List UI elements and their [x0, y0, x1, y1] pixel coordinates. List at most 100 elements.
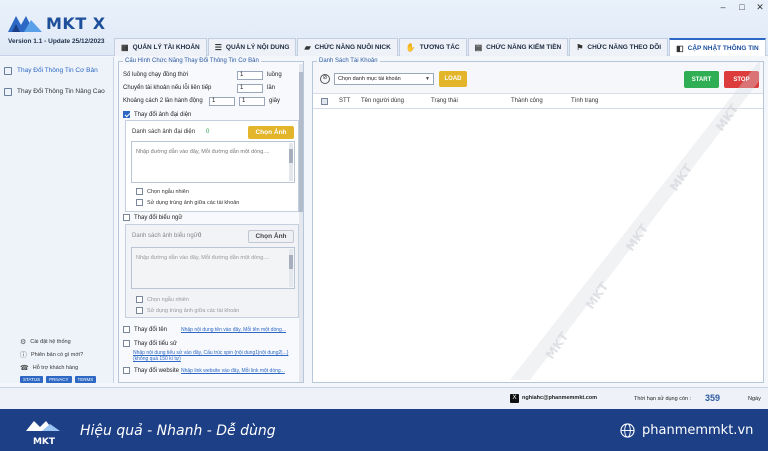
col-state[interactable]: Tình trạng — [571, 98, 598, 104]
account-list-title: Danh Sách Tài Khoản — [317, 58, 380, 64]
status-link[interactable]: STATUS — [20, 376, 44, 383]
threads-input[interactable]: 1 — [237, 71, 263, 80]
flag-icon: ⚑ — [576, 43, 584, 52]
mkt-logo-icon — [8, 16, 42, 32]
col-username[interactable]: Tên người dùng — [361, 98, 404, 104]
cover-count: 0 — [198, 233, 202, 239]
bio-length-hint: (không quá 150 kí tự) — [133, 356, 181, 362]
minimize-button[interactable]: – — [716, 2, 730, 12]
delay-from-input[interactable]: 1 — [209, 97, 235, 106]
main-tabs: ▦ QUẢN LÝ TÀI KHOẢN ☰ QUẢN LÝ NỘI DUNG ▰ CH… — [114, 38, 767, 56]
name-toggle[interactable]: Thay đổi tên — [123, 326, 167, 333]
tab-nurture-nick[interactable]: ▰ CHỨC NĂNG NUÔI NICK — [297, 38, 398, 56]
delay-to-input[interactable]: 1 — [239, 97, 265, 106]
website-input-link[interactable]: Nhập link website vào đây, Mỗi link một … — [181, 368, 285, 374]
cover-list-label: Danh sách ảnh biểu ngữ — [132, 233, 198, 239]
avatar-random-option[interactable]: Chọn ngẫu nhiên — [136, 188, 189, 195]
block-icon[interactable]: ⊘ — [320, 74, 330, 84]
col-stt[interactable]: STT — [339, 98, 350, 104]
choose-cover-button[interactable]: Chọn Ảnh — [248, 230, 294, 243]
sidebar-footer: ⚙ Cài đặt hệ thống ⓘ Phiên bản có gì mới? … — [20, 335, 97, 383]
chevron-down-icon: ▼ — [425, 76, 430, 82]
tab-update-info[interactable]: ◧ CẬP NHẬT THÔNG TIN — [669, 38, 766, 56]
cover-box: Danh sách ảnh biểu ngữ 0 Chọn Ảnh Nhập đ… — [125, 224, 299, 318]
close-button[interactable]: ✕ — [753, 2, 767, 13]
support-icon: ☎ — [20, 364, 29, 372]
stop-button[interactable]: STOP — [724, 71, 759, 88]
system-settings-link[interactable]: ⚙ Cài đặt hệ thống — [20, 335, 96, 348]
cover-checkbox[interactable] — [123, 214, 130, 221]
cover-duplicate-option[interactable]: Sử dụng trùng ảnh giữa các tài khoản — [136, 307, 239, 314]
avatar-list-label: Danh sách ảnh đại diện — [132, 129, 196, 135]
name-checkbox[interactable] — [123, 326, 130, 333]
account-list-panel: ⊘ Chọn danh mục tài khoản ▼ LOAD START S… — [312, 58, 764, 383]
config-panel: Cấu Hình Chức Năng Thay Đổi Thông Tin Cơ… — [118, 58, 304, 383]
threads-unit: luồng — [267, 72, 282, 78]
hand-icon: ✋ — [405, 43, 416, 52]
x-logo-icon: X — [510, 394, 519, 403]
account-icon: ◧ — [676, 43, 684, 53]
avatar-toggle[interactable]: Thay đổi ảnh đại diện — [123, 111, 191, 118]
load-button[interactable]: LOAD — [439, 71, 467, 87]
mkt-footer-logo: MKT — [26, 421, 60, 447]
app-logo: MKT X — [6, 6, 116, 36]
tab-tracking[interactable]: ⚑ CHỨC NĂNG THEO DÕI — [569, 38, 669, 56]
cover-random-option[interactable]: Chọn ngẫu nhiên — [136, 296, 189, 303]
delay-label: Khoảng cách 2 lần hành động — [123, 98, 203, 104]
threads-label: Số luồng chạy đồng thời — [123, 72, 188, 78]
footer-banner: MKT Hiệu quả - Nhanh - Dễ dùng phanmemmk… — [0, 409, 768, 451]
retry-input[interactable]: 1 — [237, 84, 263, 93]
days-unit: Ngày — [748, 396, 761, 402]
cover-duplicate-checkbox[interactable] — [136, 307, 143, 314]
privacy-link[interactable]: PRIVACY — [46, 376, 72, 383]
textarea-scrollbar[interactable] — [289, 143, 293, 181]
col-success[interactable]: Thành công — [511, 98, 543, 104]
col-status[interactable]: Trạng thái — [431, 98, 458, 104]
website-toggle[interactable]: Thay đổi website — [123, 367, 179, 374]
account-table-header: STT Tên người dùng Trạng thái Thành công… — [313, 95, 763, 109]
tab-monetization[interactable]: ▤ CHỨC NĂNG KIỂM TIỀN — [467, 38, 569, 56]
maximize-button[interactable]: □ — [735, 2, 749, 12]
start-button[interactable]: START — [684, 71, 719, 88]
sidebar-item-icon — [4, 87, 12, 96]
app-name: MKT X — [46, 14, 106, 33]
footer-website[interactable]: phanmemmkt.vn — [642, 423, 753, 438]
expiry-label: Thời hạn sử dụng còn : — [634, 396, 692, 402]
money-icon: ▤ — [474, 43, 483, 52]
name-input-link[interactable]: Nhập nội dung tên vào đây, Mỗi tên một d… — [181, 327, 286, 333]
gear-icon: ⚙ — [20, 338, 27, 346]
info-icon: ⓘ — [20, 351, 27, 359]
choose-avatar-button[interactable]: Chọn Ảnh — [248, 126, 294, 139]
footer-slogan: Hiệu quả - Nhanh - Dễ dùng — [80, 423, 276, 439]
tab-account-management[interactable]: ▦ QUẢN LÝ TÀI KHOẢN — [114, 38, 207, 56]
cover-path-textarea[interactable]: Nhập đường dẫn vào đây, Mỗi đường dẫn mộ… — [131, 247, 295, 289]
avatar-random-checkbox[interactable] — [136, 188, 143, 195]
terms-link[interactable]: TERMS — [74, 376, 97, 383]
config-panel-title: Cấu Hình Chức Năng Thay Đổi Thông Tin Cơ… — [123, 58, 261, 64]
bio-toggle[interactable]: Thay đổi tiểu sử — [123, 340, 177, 347]
account-category-select[interactable]: Chọn danh mục tài khoản ▼ — [334, 73, 434, 85]
tab-interaction[interactable]: ✋ TƯƠNG TÁC — [398, 38, 467, 56]
avatar-box: Danh sách ảnh đại diện 0 Chọn Ảnh Nhập đ… — [125, 120, 299, 212]
avatar-path-textarea[interactable]: Nhập đường dẫn vào đây, Mỗi đường dẫn mộ… — [131, 141, 295, 183]
days-remaining: 359 — [705, 393, 721, 403]
left-sidebar: Thay Đổi Thông Tin Cơ Bản Thay Đổi Thông… — [0, 57, 114, 383]
textarea-scrollbar[interactable] — [289, 249, 293, 287]
customer-support-link[interactable]: ☎ Hỗ trợ khách hàng — [20, 361, 96, 374]
cover-toggle[interactable]: Thay đổi biểu ngữ — [123, 214, 182, 221]
tab-content-management[interactable]: ☰ QUẢN LÝ NỘI DUNG — [207, 38, 297, 56]
avatar-duplicate-checkbox[interactable] — [136, 199, 143, 206]
sidebar-item-basic-info[interactable]: Thay Đổi Thông Tin Cơ Bản — [0, 63, 113, 78]
whats-new-link[interactable]: ⓘ Phiên bản có gì mới? — [20, 348, 96, 361]
config-scrollbar[interactable] — [299, 64, 303, 382]
avatar-duplicate-option[interactable]: Sử dụng trùng ảnh giữa các tài khoản — [136, 199, 239, 206]
sidebar-item-advanced-info[interactable]: Thay Đổi Thông Tin Nâng Cao — [0, 84, 113, 99]
select-all-checkbox[interactable] — [321, 98, 328, 105]
account-toolbar: ⊘ Chọn danh mục tài khoản ▼ LOAD START S… — [313, 62, 763, 94]
avatar-checkbox[interactable] — [123, 111, 130, 118]
globe-icon — [620, 423, 635, 438]
user-email: nghiahc@phanmemmkt.com — [522, 395, 598, 401]
cover-random-checkbox[interactable] — [136, 296, 143, 303]
website-checkbox[interactable] — [123, 367, 130, 374]
bio-checkbox[interactable] — [123, 340, 130, 347]
